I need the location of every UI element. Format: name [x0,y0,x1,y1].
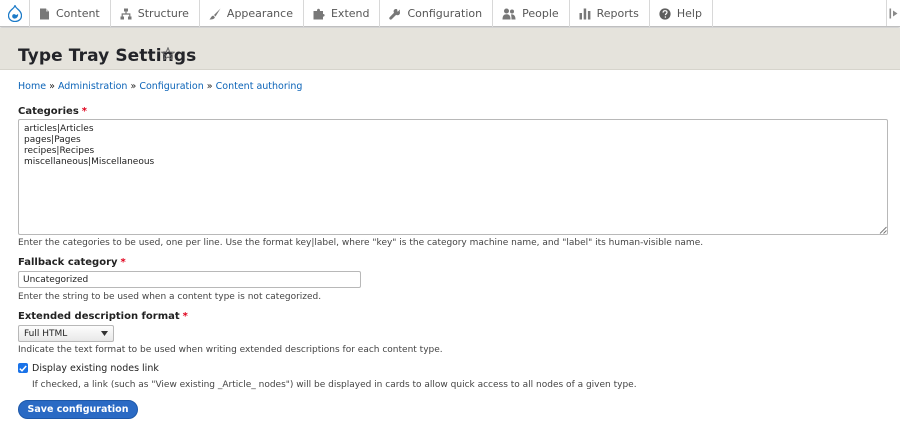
drupal-drop-icon [7,5,22,22]
puzzle-icon [313,8,325,19]
breadcrumb-content-authoring[interactable]: Content authoring [216,81,303,92]
toolbar-item-label: Configuration [407,7,483,20]
breadcrumb: Home » Administration » Configuration » … [18,81,302,92]
breadcrumb-administration[interactable]: Administration [58,81,128,92]
toolbar-item-people[interactable]: People [493,0,570,27]
toolbar-item-label: Content [56,7,100,20]
save-configuration-button[interactable]: Save configuration [18,400,138,419]
extended-description-format-label-text: Extended description format [18,311,180,322]
toolbar-item-label: Structure [137,7,189,20]
people-icon [502,8,516,19]
required-marker: * [81,106,88,117]
extended-description-format-label: Extended description format * [18,311,188,322]
toolbar-item-structure[interactable]: Structure [111,0,200,27]
breadcrumb-separator: » [130,81,137,92]
categories-description: Enter the categories to be used, one per… [18,238,704,248]
breadcrumb-home[interactable]: Home [18,81,46,92]
orientation-toggle-icon [889,8,898,18]
paintbrush-icon [209,8,221,19]
fallback-category-input[interactable] [18,271,361,288]
fallback-category-label: Fallback category * [18,257,126,268]
wrench-icon [389,8,401,20]
text-format-selected-value: Full HTML [24,328,68,339]
toolbar-item-label: Extend [330,7,370,20]
resize-handle-icon[interactable] [879,226,887,234]
dropdown-arrow-icon [101,331,108,336]
admin-toolbar: Content Structure Appearance Extend Conf… [0,0,900,27]
breadcrumb-separator: » [206,81,213,92]
extended-description-format-description: Indicate the text format to be used when… [18,345,443,355]
bar-chart-icon [579,8,591,19]
text-format-select[interactable]: Full HTML [18,325,114,342]
breadcrumb-separator: » [49,81,55,92]
categories-textarea[interactable]: articles|Articles pages|Pages recipes|Re… [18,119,888,235]
toolbar-orientation-toggle[interactable] [886,0,900,26]
toolbar-item-configuration[interactable]: Configuration [380,0,494,27]
toolbar-item-appearance[interactable]: Appearance [200,0,304,27]
help-icon [659,7,671,20]
display-existing-nodes-label[interactable]: Display existing nodes link [32,363,159,374]
star-icon[interactable] [161,47,175,61]
fallback-category-description: Enter the string to be used when a conte… [18,292,322,302]
required-marker: * [120,257,126,268]
toolbar-item-label: People [522,7,559,20]
drupal-logo[interactable] [0,0,30,27]
display-existing-nodes-description: If checked, a link (such as "View existi… [32,380,637,390]
toolbar-item-content[interactable]: Content [30,0,111,27]
display-existing-nodes-checkbox[interactable] [18,363,28,373]
page-icon [40,8,49,19]
toolbar-item-label: Reports [596,7,639,20]
categories-label: Categories * [18,106,87,117]
toolbar-item-label: Help [676,7,702,20]
required-marker: * [182,311,188,322]
toolbar-item-extend[interactable]: Extend [304,0,381,27]
breadcrumb-configuration[interactable]: Configuration [139,81,203,92]
toolbar-item-reports[interactable]: Reports [570,0,650,27]
toolbar-item-label: Appearance [226,7,293,20]
checkmark-icon [19,365,27,372]
categories-label-text: Categories [18,106,79,117]
fallback-category-label-text: Fallback category [18,257,118,268]
toolbar-item-help[interactable]: Help [650,0,713,27]
structure-icon [120,8,132,19]
